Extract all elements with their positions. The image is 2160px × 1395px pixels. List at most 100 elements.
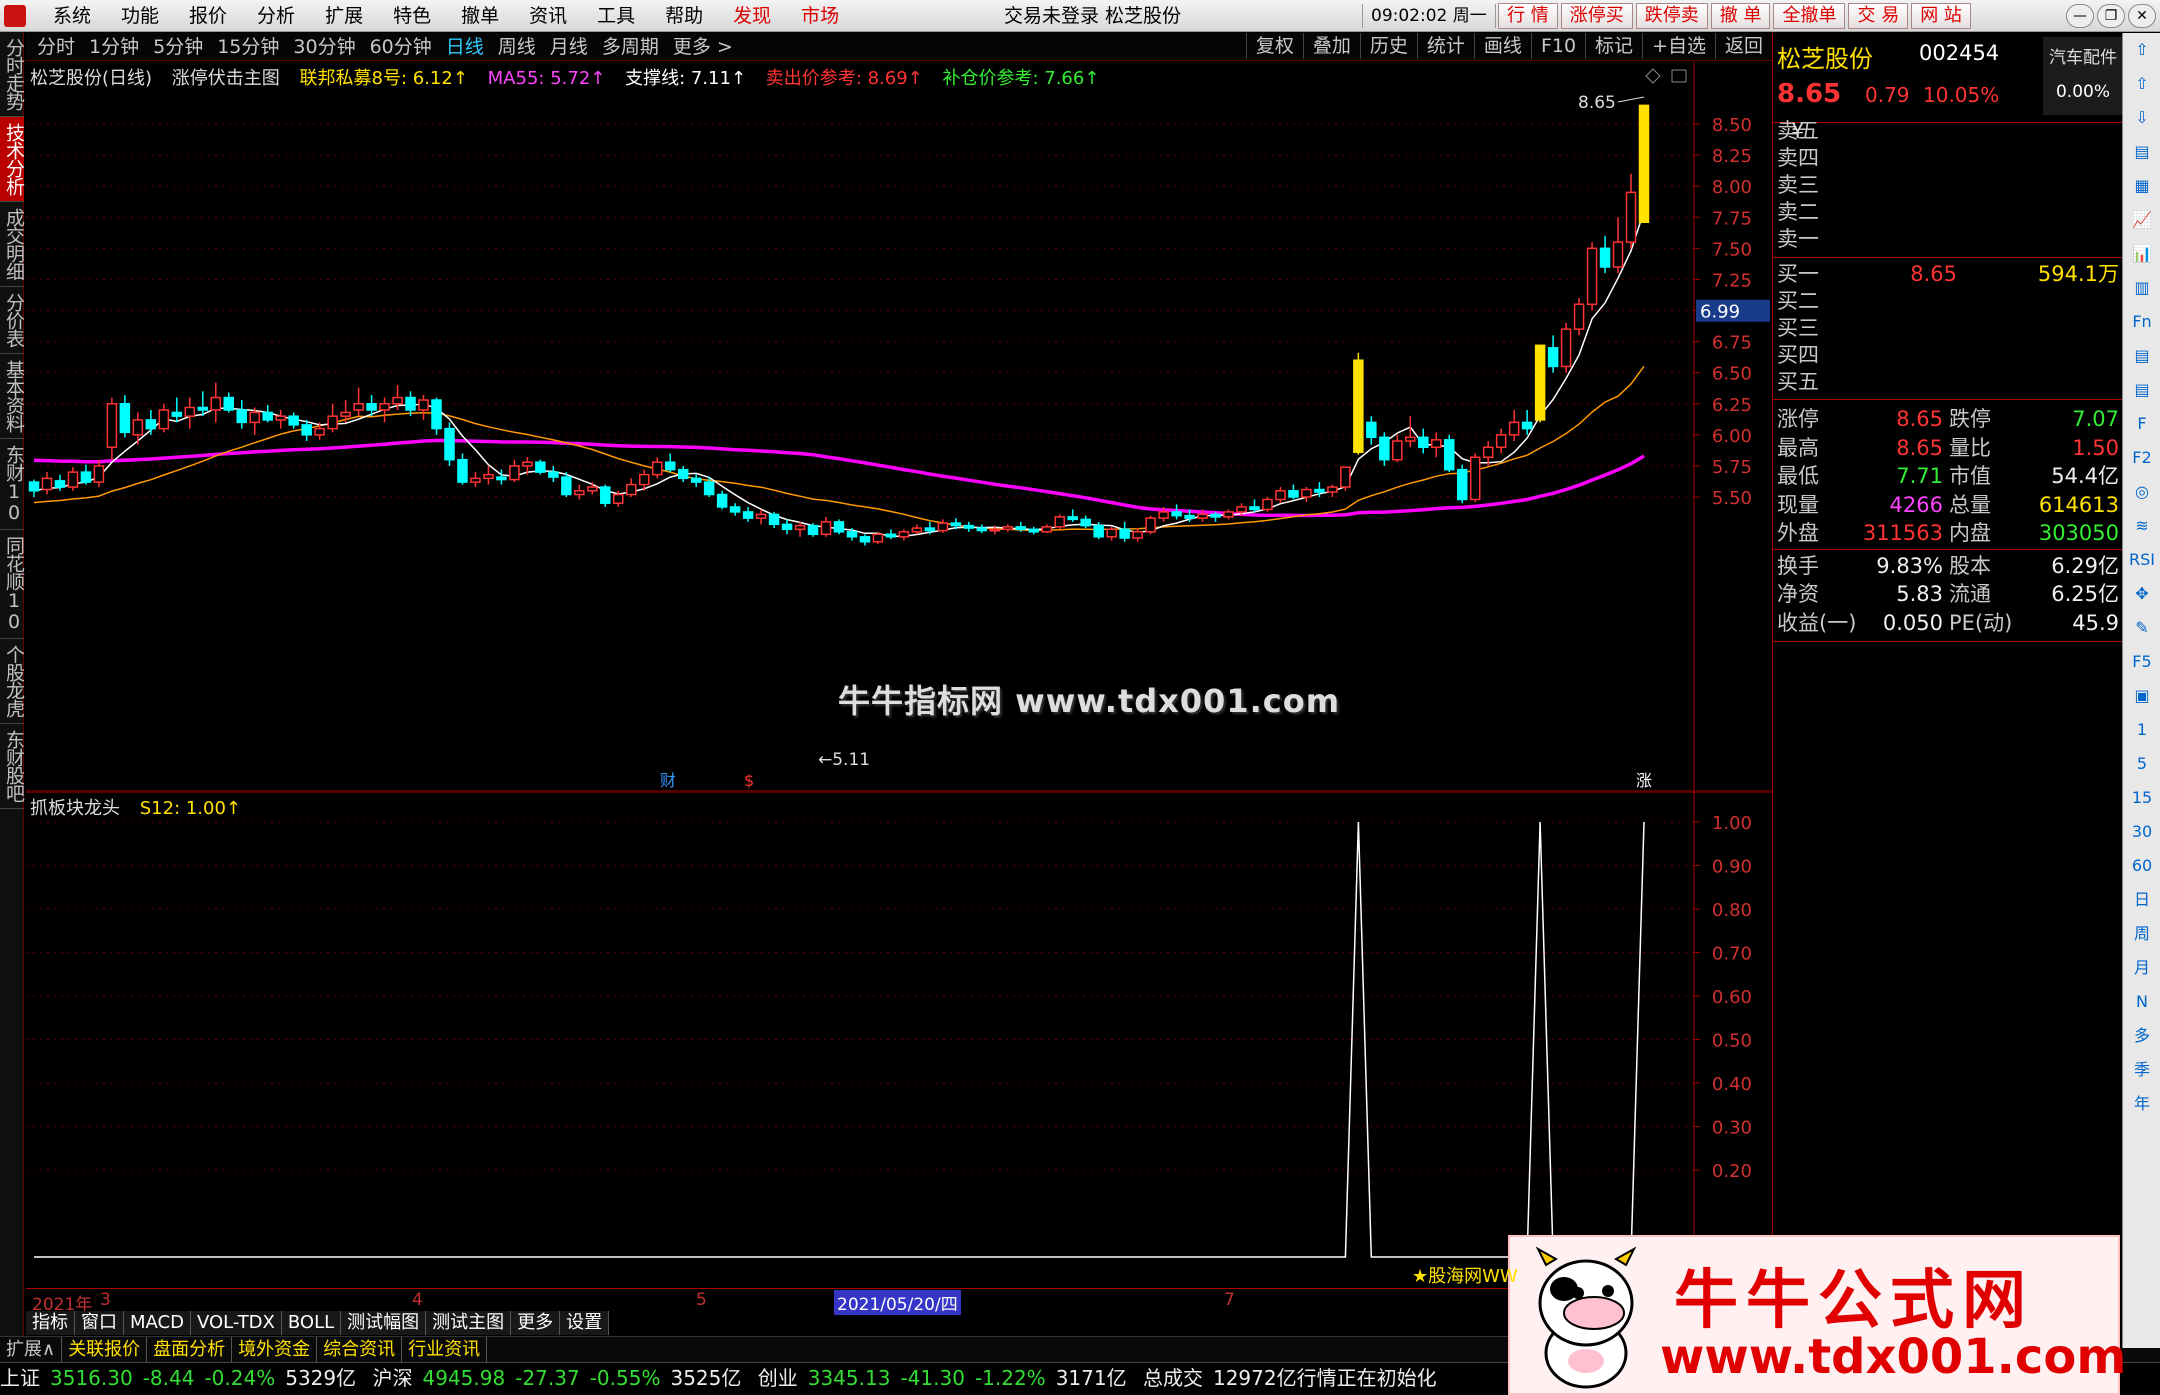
period-tab[interactable]: 15分钟 [210, 35, 286, 59]
right-tool-icon[interactable]: ▤ [2123, 373, 2160, 407]
indicator-tab[interactable]: 测试幅图 [341, 1311, 427, 1335]
period-tab[interactable]: 1分钟 [82, 35, 146, 59]
right-tool-icon[interactable]: 📈 [2123, 203, 2160, 237]
period-tab[interactable]: 多周期 [595, 35, 666, 59]
indicator-tab[interactable]: MACD [124, 1311, 191, 1335]
left-tab[interactable]: 技术分析 [0, 117, 25, 202]
extension-tab[interactable]: 行业资讯 [402, 1337, 488, 1362]
finance-marker[interactable]: 财 [660, 771, 676, 790]
period-tab[interactable]: 30分钟 [286, 35, 362, 59]
quick-button[interactable]: 涨停买 [1560, 3, 1633, 29]
legend-indicator[interactable]: 涨停伏击主图 [172, 68, 280, 89]
left-tab[interactable]: 分时走势 [0, 32, 25, 117]
chart-tool-button[interactable]: 标记 [1585, 33, 1642, 59]
chart-tool-button[interactable]: 历史 [1359, 33, 1417, 59]
period-tab[interactable]: 周线 [491, 35, 543, 59]
chart-tool-button[interactable]: 返回 [1714, 33, 1772, 59]
menu-item-highlight[interactable]: 市场 [786, 4, 854, 28]
menu-item[interactable]: 资讯 [514, 4, 582, 28]
period-tab[interactable]: 60分钟 [363, 35, 439, 59]
right-tool-icon[interactable]: RSI [2123, 543, 2160, 577]
right-tool-icon[interactable]: ▤ [2123, 135, 2160, 169]
sector-box[interactable]: 汽车配件 0.00% [2043, 37, 2123, 115]
period-tab[interactable]: 更多 > [666, 35, 740, 59]
close-icon[interactable]: ✕ [2128, 4, 2156, 28]
indicator-tab[interactable]: 窗口 [75, 1311, 124, 1335]
bid-price[interactable]: 8.65 [1837, 260, 1957, 288]
indicator-pane[interactable]: 1.00 0.90 0.80 0.70 0.60 0.50 0.40 0.30 0.20 抓板块… [26, 791, 1772, 1288]
extension-tab[interactable]: 境外资金 [232, 1337, 318, 1362]
maximize-icon[interactable]: ❐ [2097, 4, 2125, 28]
left-tab[interactable]: 基本资料 [0, 354, 25, 439]
indicator-tab[interactable]: 指标 [26, 1311, 75, 1335]
right-tool-icon[interactable]: ▤ [2123, 339, 2160, 373]
right-tool-icon[interactable]: ✥ [2123, 577, 2160, 611]
indicator-chart[interactable]: 1.00 0.90 0.80 0.70 0.60 0.50 0.40 0.30 0.20 [26, 791, 1772, 1288]
menu-item[interactable]: 撤单 [446, 4, 514, 28]
extension-tab[interactable]: 盘面分析 [147, 1337, 233, 1362]
quick-button[interactable]: 交 易 [1848, 3, 1909, 29]
menu-item-highlight[interactable]: 发现 [718, 4, 786, 28]
right-tool-icon[interactable]: 多 [2123, 1019, 2160, 1053]
right-tool-icon[interactable]: N [2123, 985, 2160, 1019]
period-tab[interactable]: 5分钟 [146, 35, 210, 59]
minimize-icon[interactable]: — [2066, 4, 2094, 28]
left-tab[interactable]: 东财股吧 [0, 724, 25, 809]
chart-tool-button[interactable]: F10 [1530, 33, 1585, 59]
chart-tool-button[interactable]: +自选 [1642, 33, 1715, 59]
right-tool-icon[interactable]: F5 [2123, 645, 2160, 679]
limit-up-marker[interactable]: 涨 [1636, 771, 1652, 790]
period-tab[interactable]: 月线 [543, 35, 595, 59]
indicator-tab[interactable]: 测试主图 [426, 1311, 512, 1335]
right-tool-icon[interactable]: 15 [2123, 781, 2160, 815]
left-tab[interactable]: 成交明细 [0, 202, 25, 287]
cy-name[interactable]: 创业 [758, 1366, 798, 1390]
chart-tool-button[interactable]: 叠加 [1302, 33, 1360, 59]
quick-button[interactable]: 全撤单 [1773, 3, 1846, 29]
right-tool-icon[interactable]: 年 [2123, 1087, 2160, 1121]
right-tool-icon[interactable]: ▥ [2123, 271, 2160, 305]
sub-indicator-name[interactable]: 抓板块龙头 [30, 798, 120, 819]
right-tool-icon[interactable]: F [2123, 407, 2160, 441]
menu-item[interactable]: 报价 [174, 4, 242, 28]
dividend-marker[interactable]: $ [744, 771, 754, 790]
period-tab[interactable]: 日线 [439, 35, 491, 59]
right-tool-icon[interactable]: 季 [2123, 1053, 2160, 1087]
extension-tab[interactable]: 综合资讯 [317, 1337, 403, 1362]
indicator-tab[interactable]: 设置 [560, 1311, 610, 1335]
ask-price[interactable]: ¥ [1791, 117, 1911, 145]
indicator-tab[interactable]: BOLL [281, 1311, 342, 1335]
right-tool-icon[interactable]: ⇧ [2123, 33, 2160, 67]
quick-button[interactable]: 网 站 [1911, 3, 1971, 29]
right-tool-icon[interactable]: F2 [2123, 441, 2160, 475]
hs-name[interactable]: 沪深 [373, 1366, 413, 1390]
right-tool-icon[interactable]: ≋ [2123, 509, 2160, 543]
period-tab[interactable]: 分时 [30, 35, 82, 59]
extension-tab[interactable]: 扩展∧ [0, 1337, 63, 1362]
left-tab[interactable]: 个股龙虎 [0, 639, 25, 724]
right-tool-icon[interactable]: 月 [2123, 951, 2160, 985]
right-tool-icon[interactable]: 30 [2123, 815, 2160, 849]
menu-item[interactable]: 扩展 [310, 4, 378, 28]
menu-item[interactable]: 分析 [242, 4, 310, 28]
chart-tool-button[interactable]: 统计 [1416, 33, 1474, 59]
right-tool-icon[interactable]: 日 [2123, 883, 2160, 917]
left-tab[interactable]: 东财10 [0, 439, 25, 530]
right-tool-icon[interactable]: ⇩ [2123, 101, 2160, 135]
right-tool-icon[interactable]: Fn [2123, 305, 2160, 339]
right-tool-icon[interactable]: ⇧ [2123, 67, 2160, 101]
quick-button[interactable]: 撤 单 [1710, 3, 1771, 29]
right-tool-icon[interactable]: 📊 [2123, 237, 2160, 271]
right-tool-icon[interactable]: ✎ [2123, 611, 2160, 645]
menu-item[interactable]: 特色 [378, 4, 446, 28]
right-tool-icon[interactable]: ▦ [2123, 169, 2160, 203]
right-tool-icon[interactable]: 周 [2123, 917, 2160, 951]
menu-item[interactable]: 帮助 [650, 4, 718, 28]
left-tab[interactable]: 分价表 [0, 287, 25, 354]
quick-button[interactable]: 行 情 [1498, 3, 1558, 29]
menu-item[interactable]: 系统 [38, 4, 106, 28]
right-tool-icon[interactable]: ▣ [2123, 679, 2160, 713]
right-tool-icon[interactable]: 1 [2123, 713, 2160, 747]
extension-tab[interactable]: 关联报价 [62, 1337, 148, 1362]
right-tool-icon[interactable]: 5 [2123, 747, 2160, 781]
